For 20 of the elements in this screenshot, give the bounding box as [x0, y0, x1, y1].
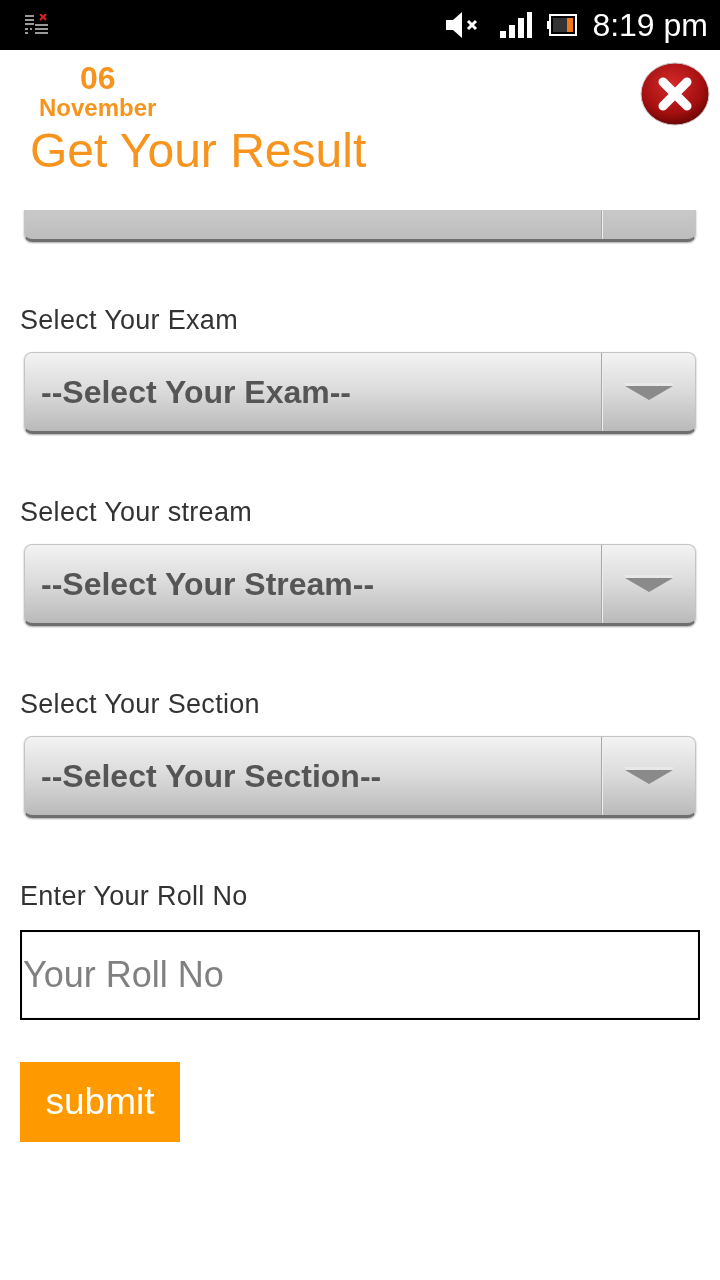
- signal-icon: [500, 12, 533, 38]
- status-time: 8:19 pm: [592, 7, 708, 43]
- date-day: 06: [79, 61, 116, 95]
- battery-icon: [547, 14, 578, 36]
- field-label: Select Your Exam: [20, 305, 239, 335]
- caret-icon: [625, 767, 673, 785]
- caret-icon: [625, 383, 673, 401]
- dropdown[interactable]: --Select Your Section--: [24, 736, 696, 818]
- field-label: Enter Your Roll No: [20, 881, 249, 911]
- date-month: November: [39, 95, 157, 121]
- field-label: Select Your stream: [20, 497, 254, 527]
- input-field[interactable]: Your Roll No: [20, 930, 700, 1020]
- field-label: Select Your Section: [20, 689, 261, 719]
- caret-icon: [625, 575, 673, 593]
- close-icon[interactable]: [640, 62, 710, 126]
- notification-icon: [25, 14, 49, 36]
- dropdown[interactable]: --Select Your Exam--: [24, 352, 696, 434]
- dropdown[interactable]: [24, 210, 696, 242]
- page-title: Get Your Result: [30, 123, 367, 179]
- dropdown[interactable]: --Select Your Stream--: [24, 544, 696, 626]
